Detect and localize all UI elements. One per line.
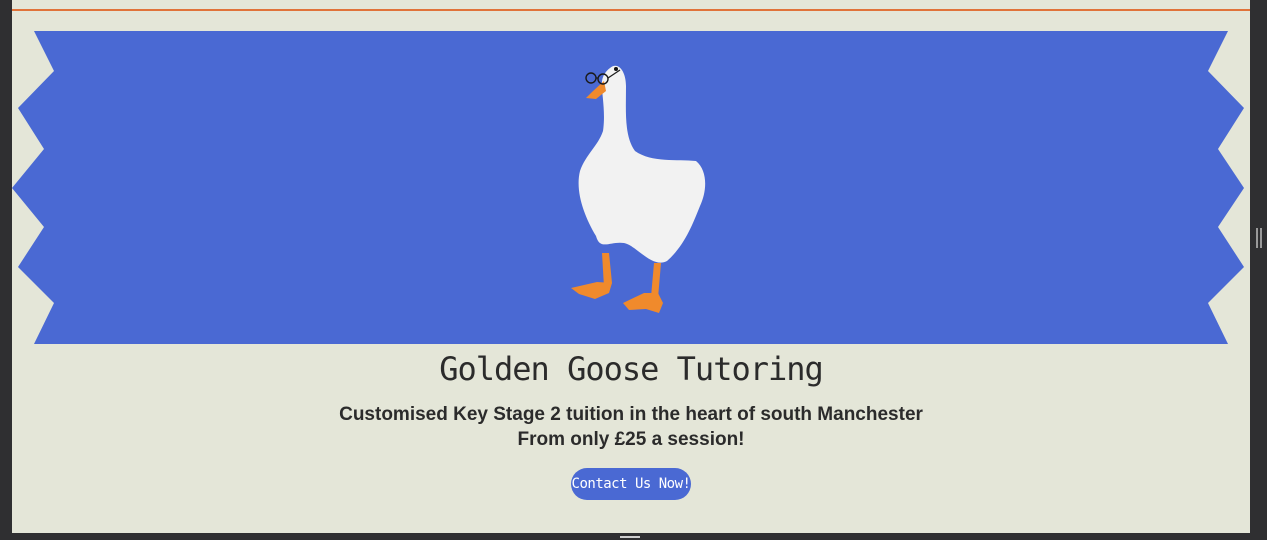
bottom-handle-icon [620,536,640,538]
header-divider [12,9,1250,11]
page-viewport: Golden Goose Tutoring Customised Key Sta… [12,0,1250,533]
hero-tagline: Customised Key Stage 2 tuition in the he… [12,402,1250,452]
tagline-line-1: Customised Key Stage 2 tuition in the he… [339,404,923,425]
tagline-line-2: From only £25 a session! [517,429,745,450]
hero-banner [12,31,1250,344]
contact-us-button[interactable]: Contact Us Now! [571,468,691,500]
resize-grip-icon[interactable] [1256,228,1262,248]
window-right-edge [1250,0,1267,540]
page-title: Golden Goose Tutoring [439,350,824,388]
